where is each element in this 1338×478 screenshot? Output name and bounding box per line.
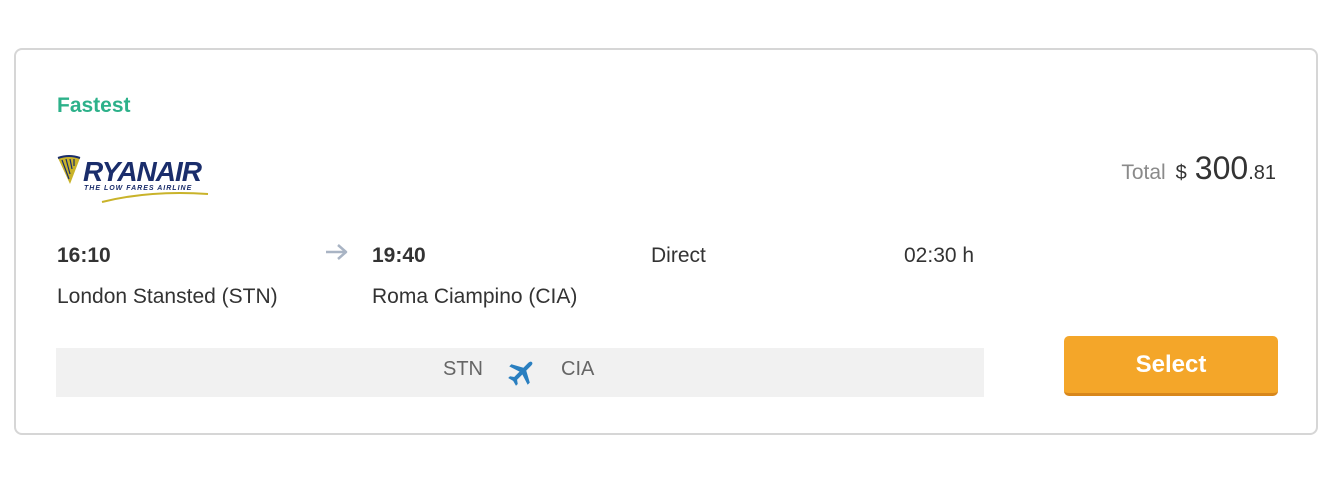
ryanair-harp-logo-icon <box>57 155 81 184</box>
total-price: Total $ 300 .81 <box>1121 150 1276 187</box>
price-currency: $ <box>1175 162 1187 184</box>
arrival-airport: Roma Ciampino (CIA) <box>372 285 578 308</box>
logo-swoosh <box>101 192 209 203</box>
stops-info: Direct <box>651 244 706 267</box>
departure-airport: London Stansted (STN) <box>57 285 278 308</box>
route-destination-code: CIA <box>561 358 595 380</box>
flight-duration: 02:30 h <box>904 244 975 267</box>
price-amount-decimal: .81 <box>1248 162 1276 184</box>
fastest-badge: Fastest <box>57 94 131 117</box>
flight-result-card[interactable]: Fastest RYANAIR THE LOW FARES AIRLINE To… <box>14 48 1318 435</box>
price-amount-integer: 300 <box>1194 150 1249 186</box>
airline-name: RYANAIR <box>83 156 202 187</box>
arrow-right-icon <box>326 244 348 260</box>
airplane-icon <box>508 361 533 386</box>
airline-logo: RYANAIR THE LOW FARES AIRLINE <box>56 154 211 206</box>
arrival-time: 19:40 <box>372 244 426 267</box>
route-origin-code: STN <box>443 358 483 380</box>
route-bar: STN CIA <box>56 348 984 397</box>
select-button[interactable]: Select <box>1064 336 1278 396</box>
departure-time: 16:10 <box>57 244 111 267</box>
price-label: Total <box>1121 161 1166 184</box>
